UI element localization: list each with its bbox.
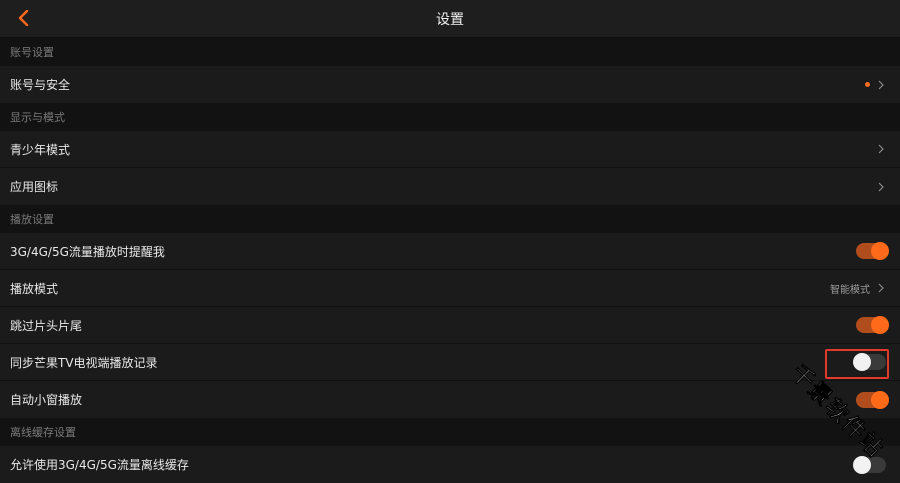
row-account-security[interactable]: 账号与安全	[0, 66, 900, 103]
row-play-mode[interactable]: 播放模式 智能模式	[0, 270, 900, 307]
data-reminder-toggle[interactable]	[856, 242, 889, 260]
offline-cache-toggle[interactable]	[853, 455, 886, 474]
toggle-knob	[871, 316, 889, 334]
row-teen-mode[interactable]: 青少年模式	[0, 131, 900, 168]
toggle-knob	[853, 455, 871, 474]
section-header-display: 显示与模式	[0, 103, 900, 131]
row-offline-cache-data: 允许使用3G/4G/5G流量离线缓存	[0, 446, 900, 483]
notification-dot	[865, 82, 870, 87]
row-skip-intro: 跳过片头片尾	[0, 307, 900, 344]
row-label-account-security: 账号与安全	[10, 78, 71, 92]
row-label-data-reminder: 3G/4G/5G流量播放时提醒我	[10, 244, 165, 259]
chevron-right-icon	[876, 144, 886, 154]
row-label-app-icon: 应用图标	[10, 180, 59, 194]
row-sync-tv: 同步芒果TV电视端播放记录	[0, 344, 900, 381]
row-label-offline-cache-data: 允许使用3G/4G/5G流量离线缓存	[10, 458, 189, 472]
play-mode-value: 智能模式	[830, 284, 870, 296]
row-label-teen-mode: 青少年模式	[10, 142, 71, 157]
chevron-right-icon	[876, 80, 886, 90]
section-header-account: 账号设置	[0, 38, 900, 66]
row-data-reminder: 3G/4G/5G流量播放时提醒我	[0, 233, 900, 270]
row-label-sync-tv: 同步芒果TV电视端播放记录	[10, 355, 158, 370]
skip-intro-toggle[interactable]	[856, 316, 889, 334]
mini-window-toggle[interactable]	[856, 390, 889, 409]
chevron-right-icon	[876, 182, 886, 192]
chevron-right-icon	[876, 283, 886, 293]
header: 设置	[0, 0, 900, 38]
section-header-playback: 播放设置	[0, 205, 900, 233]
row-label-skip-intro: 跳过片头片尾	[10, 318, 83, 333]
toggle-knob	[871, 242, 889, 260]
toggle-knob	[871, 390, 889, 409]
row-label-mini-window: 自动小窗播放	[10, 393, 83, 407]
row-label-play-mode: 播放模式	[10, 281, 59, 296]
row-app-icon[interactable]: 应用图标	[0, 168, 900, 205]
page-title: 设置	[436, 11, 464, 28]
highlight-box	[825, 349, 889, 379]
section-header-offline: 离线缓存设置	[0, 418, 900, 446]
row-mini-window: 自动小窗播放	[0, 381, 900, 418]
